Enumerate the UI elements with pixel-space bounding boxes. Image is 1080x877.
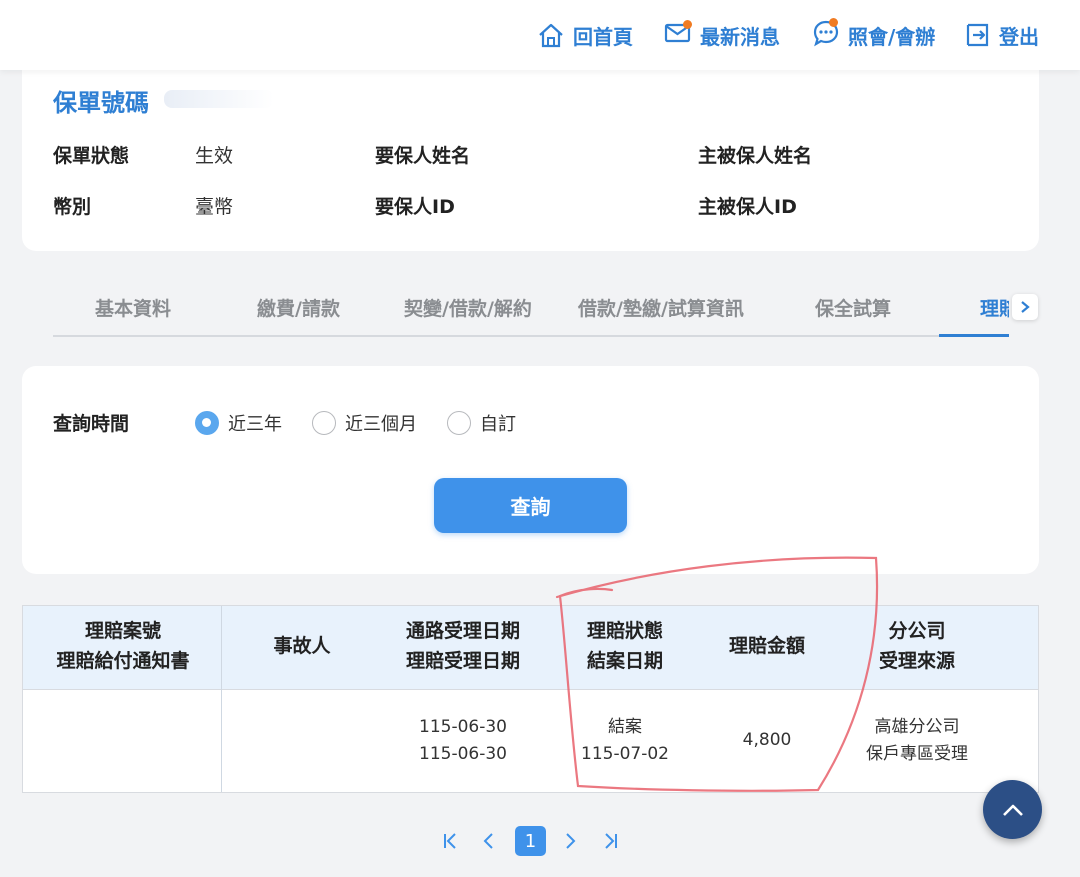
cell-amount: 4,800 [742,730,792,750]
news-label: 最新消息 [700,24,780,49]
header-claim-number-line2: 理賠給付通知書 [56,650,190,672]
insured-name-label: 主被保人姓名 [698,145,813,167]
header-amount: 理賠金額 [729,631,805,661]
holder-id-label: 要保人ID [375,196,455,218]
radio-three-months[interactable]: 近三個月 [312,410,417,436]
tab-bar: 基本資料 繳費/請款 契變/借款/解約 借款/墊繳/試算資訊 保全試算 理賠 [53,280,1009,337]
inquiry-label: 照會/會辦 [848,24,936,49]
cell-channel-date: 115-06-30 [419,717,507,737]
query-time-label: 查詢時間 [53,413,130,435]
header-claim-number: 理賠案號 理賠給付通知書 [56,616,189,676]
page-number-current[interactable]: 1 [515,826,546,856]
currency-label: 幣別 [53,196,92,218]
header-source: 受理來源 [878,650,956,672]
policy-status-value: 生效 [195,145,234,167]
header-status: 理賠狀態 結案日期 [587,616,663,676]
policy-info-card: 保單號碼 保單狀態 生效 要保人姓名 主被保人姓名 幣別 臺幣 要保人ID 主被… [22,70,1039,251]
tab-loan-info[interactable]: 借款/墊繳/試算資訊 [578,294,744,321]
redacted-policy-number [164,90,274,108]
cell-claim-status: 結案 [607,717,642,737]
radio-custom-label: 自訂 [480,414,516,435]
cell-source: 保戶專區受理 [866,744,968,764]
radio-unchecked-indicator [312,411,336,435]
tab-payment[interactable]: 繳費/請款 [257,294,340,321]
notification-dot [829,17,838,27]
tab-scroll-right-button[interactable] [1012,294,1038,320]
header-accident-person: 事故人 [273,631,330,661]
cell-claim-accept-date: 115-06-30 [419,744,507,764]
inquiry-link[interactable]: 照會/會辦 [812,17,936,50]
chevron-up-icon [1002,804,1023,816]
cell-branch-office: 高雄分公司 [874,717,960,737]
header-claim-status: 理賠狀態 [586,620,664,642]
logout-icon [966,23,989,47]
tab-contract-change[interactable]: 契變/借款/解約 [404,294,532,321]
news-link[interactable]: 最新消息 [664,19,780,50]
header-claim-number-line1: 理賠案號 [84,620,162,642]
chevron-right-icon [1021,301,1030,313]
query-button[interactable]: 查詢 [434,478,627,533]
home-link[interactable]: 回首頁 [537,20,633,50]
logout-label: 登出 [999,24,1039,49]
claims-table: 理賠案號 理賠給付通知書 事故人 通路受理日期 理賠受理日期 理賠狀態 結案日期… [22,605,1039,793]
logout-link[interactable]: 登出 [965,20,1039,50]
holder-name-label: 要保人姓名 [375,145,471,167]
header-channel-date: 通路受理日期 [405,620,521,642]
radio-custom[interactable]: 自訂 [447,410,516,436]
query-card: 查詢時間 近三年 近三個月 自訂 查詢 [22,366,1039,574]
header-close-date: 結案日期 [586,650,664,672]
header-dates: 通路受理日期 理賠受理日期 [406,616,520,676]
header-branch: 分公司 受理來源 [879,616,955,676]
cell-branch: 高雄分公司 保戶專區受理 [866,714,968,768]
radio-checked-indicator [195,411,219,435]
first-page-icon[interactable] [442,832,458,850]
tab-claims[interactable]: 理賠 [980,294,1009,321]
notification-dot [683,19,692,29]
header-branch-office: 分公司 [888,620,946,642]
header-claim-accept-date: 理賠受理日期 [405,650,521,672]
tab-trial-calc[interactable]: 保全試算 [815,294,891,321]
cell-status: 結案 115-07-02 [581,714,669,768]
active-tab-indicator [939,334,1009,337]
home-icon [539,23,563,48]
column-divider [221,606,222,792]
cell-close-date: 115-07-02 [581,744,669,764]
last-page-icon[interactable] [603,832,619,850]
header-claim-amount: 理賠金額 [728,635,806,657]
radio-three-months-label: 近三個月 [345,414,417,435]
header-accident-person-line1: 事故人 [273,635,331,657]
policy-number-title: 保單號碼 [53,89,149,117]
tab-basic-info[interactable]: 基本資料 [95,294,171,321]
cell-dates: 115-06-30 115-06-30 [419,714,507,768]
prev-page-icon[interactable] [482,832,496,850]
next-page-icon[interactable] [563,832,577,850]
insured-id-label: 主被保人ID [698,196,797,218]
back-to-top-button[interactable] [983,780,1042,839]
policy-status-label: 保單狀態 [53,145,130,167]
top-nav-bar: 回首頁 最新消息 照會/會辦 登出 [0,0,1080,70]
radio-unchecked-indicator [447,411,471,435]
home-label: 回首頁 [573,24,633,49]
currency-value: 臺幣 [195,196,234,218]
radio-three-years[interactable]: 近三年 [195,410,282,436]
radio-three-years-label: 近三年 [228,414,282,435]
